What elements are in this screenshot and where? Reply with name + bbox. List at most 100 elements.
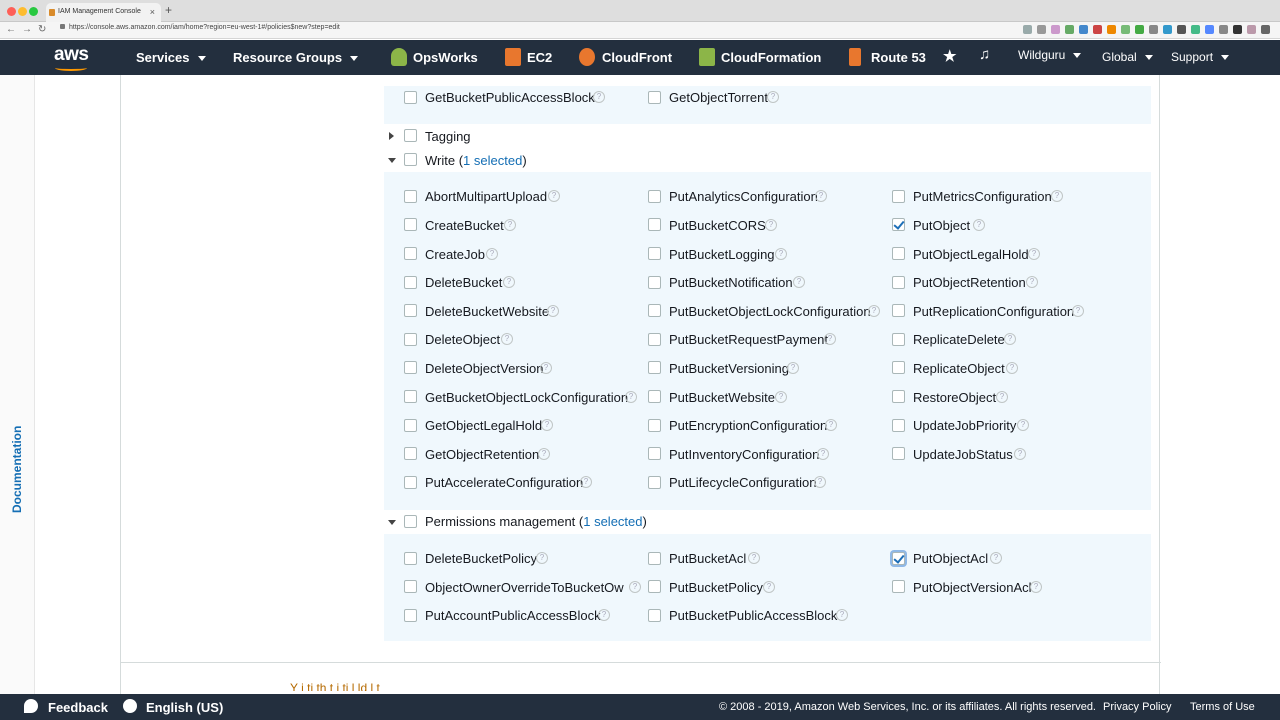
action-checkbox[interactable] (404, 361, 417, 374)
action-checkbox[interactable] (892, 447, 905, 460)
terms-of-use-link[interactable]: Terms of Use (1190, 701, 1255, 713)
action-checkbox[interactable] (892, 276, 905, 289)
help-icon[interactable]: ? (1072, 305, 1084, 317)
extension-icon[interactable] (1051, 25, 1060, 34)
action-checkbox[interactable] (404, 276, 417, 289)
expand-caret-icon[interactable] (389, 132, 394, 140)
feedback-link[interactable]: Feedback (48, 700, 108, 715)
help-icon[interactable]: ? (501, 333, 513, 345)
help-icon[interactable]: ? (996, 391, 1008, 403)
documentation-tab[interactable]: Documentation (10, 426, 24, 513)
close-window-icon[interactable] (7, 7, 16, 16)
tagging-checkbox[interactable] (404, 129, 417, 142)
help-icon[interactable]: ? (817, 448, 829, 460)
new-tab-icon[interactable]: + (165, 3, 172, 17)
reload-icon[interactable]: ↻ (38, 24, 46, 35)
shortcut-cloudfront[interactable]: CloudFront (602, 50, 672, 65)
aws-logo[interactable]: aws (54, 44, 89, 66)
extension-icon[interactable] (1093, 25, 1102, 34)
shortcut-cloudformation[interactable]: CloudFormation (721, 50, 821, 65)
write-heading[interactable]: Write (1 selected) (425, 153, 527, 168)
action-checkbox[interactable] (648, 580, 661, 593)
action-checkbox[interactable] (648, 218, 661, 231)
region-menu[interactable]: Global (1102, 50, 1153, 64)
help-icon[interactable]: ? (547, 305, 559, 317)
permissions-heading[interactable]: Permissions management (1 selected) (425, 514, 647, 529)
shortcut-ec2[interactable]: EC2 (527, 50, 552, 65)
help-icon[interactable]: ? (763, 581, 775, 593)
help-icon[interactable]: ? (1051, 190, 1063, 202)
help-icon[interactable]: ? (1028, 248, 1040, 260)
help-icon[interactable]: ? (625, 391, 637, 403)
action-checkbox[interactable] (404, 609, 417, 622)
action-checkbox[interactable] (404, 218, 417, 231)
action-checkbox[interactable] (648, 609, 661, 622)
action-checkbox[interactable] (648, 390, 661, 403)
help-icon[interactable]: ? (1014, 448, 1026, 460)
extension-icon[interactable] (1191, 25, 1200, 34)
action-checkbox[interactable] (648, 190, 661, 203)
browser-tab[interactable]: IAM Management Console × (46, 3, 161, 22)
zoom-icon[interactable] (1023, 25, 1032, 34)
action-checkbox[interactable] (892, 190, 905, 203)
help-icon[interactable]: ? (1017, 419, 1029, 431)
action-checkbox[interactable] (648, 333, 661, 346)
action-checkbox[interactable] (892, 247, 905, 260)
resource-groups-menu[interactable]: Resource Groups (233, 50, 359, 65)
action-checkbox[interactable] (648, 276, 661, 289)
help-icon[interactable]: ? (748, 552, 760, 564)
help-icon[interactable]: ? (775, 248, 787, 260)
extension-icon[interactable] (1135, 25, 1144, 34)
extension-icon[interactable] (1121, 25, 1130, 34)
help-icon[interactable]: ? (598, 609, 610, 621)
extension-icon[interactable] (1065, 25, 1074, 34)
action-checkbox[interactable] (648, 419, 661, 432)
help-icon[interactable]: ? (486, 248, 498, 260)
action-checkbox[interactable] (404, 552, 417, 565)
action-checkbox[interactable] (404, 580, 417, 593)
extension-icon[interactable] (1163, 25, 1172, 34)
star-icon[interactable] (1037, 25, 1046, 34)
bell-icon[interactable]: ♫ (979, 46, 990, 63)
permissions-checkbox[interactable] (404, 515, 417, 528)
action-checkbox[interactable] (892, 580, 905, 593)
action-checkbox[interactable] (892, 361, 905, 374)
profile-avatar[interactable] (1247, 25, 1256, 34)
extension-icon[interactable] (1219, 25, 1228, 34)
help-icon[interactable]: ? (765, 219, 777, 231)
help-icon[interactable]: ? (868, 305, 880, 317)
back-icon[interactable]: ← (6, 24, 16, 35)
shortcut-route53[interactable]: Route 53 (871, 50, 926, 65)
action-checkbox[interactable] (404, 419, 417, 432)
help-icon[interactable]: ? (548, 190, 560, 202)
help-icon[interactable]: ? (1030, 581, 1042, 593)
help-icon[interactable]: ? (1004, 333, 1016, 345)
action-checkbox[interactable] (648, 552, 661, 565)
services-menu[interactable]: Services (136, 50, 206, 65)
tagging-label[interactable]: Tagging (425, 129, 471, 144)
action-checkbox[interactable] (648, 247, 661, 260)
collapse-caret-icon[interactable] (388, 520, 396, 525)
extension-icon[interactable] (1233, 25, 1242, 34)
account-menu[interactable]: Wildguru (1018, 48, 1082, 62)
action-checkbox[interactable] (404, 333, 417, 346)
help-icon[interactable]: ? (504, 219, 516, 231)
browser-menu-icon[interactable] (1261, 25, 1270, 34)
write-checkbox[interactable] (404, 153, 417, 166)
action-checkbox[interactable] (404, 390, 417, 403)
help-icon[interactable]: ? (814, 476, 826, 488)
action-checkbox[interactable] (892, 419, 905, 432)
shortcut-opsworks[interactable]: OpsWorks (413, 50, 478, 65)
minimize-window-icon[interactable] (18, 7, 27, 16)
help-icon[interactable]: ? (775, 391, 787, 403)
collapse-caret-icon[interactable] (388, 158, 396, 163)
pin-icon[interactable]: ★ (943, 47, 956, 65)
help-icon[interactable]: ? (825, 419, 837, 431)
help-icon[interactable]: ? (824, 333, 836, 345)
help-icon[interactable]: ? (793, 276, 805, 288)
action-checkbox[interactable] (404, 190, 417, 203)
action-checkbox[interactable] (648, 304, 661, 317)
action-checkbox[interactable] (648, 447, 661, 460)
extension-icon[interactable] (1079, 25, 1088, 34)
help-icon[interactable]: ? (836, 609, 848, 621)
